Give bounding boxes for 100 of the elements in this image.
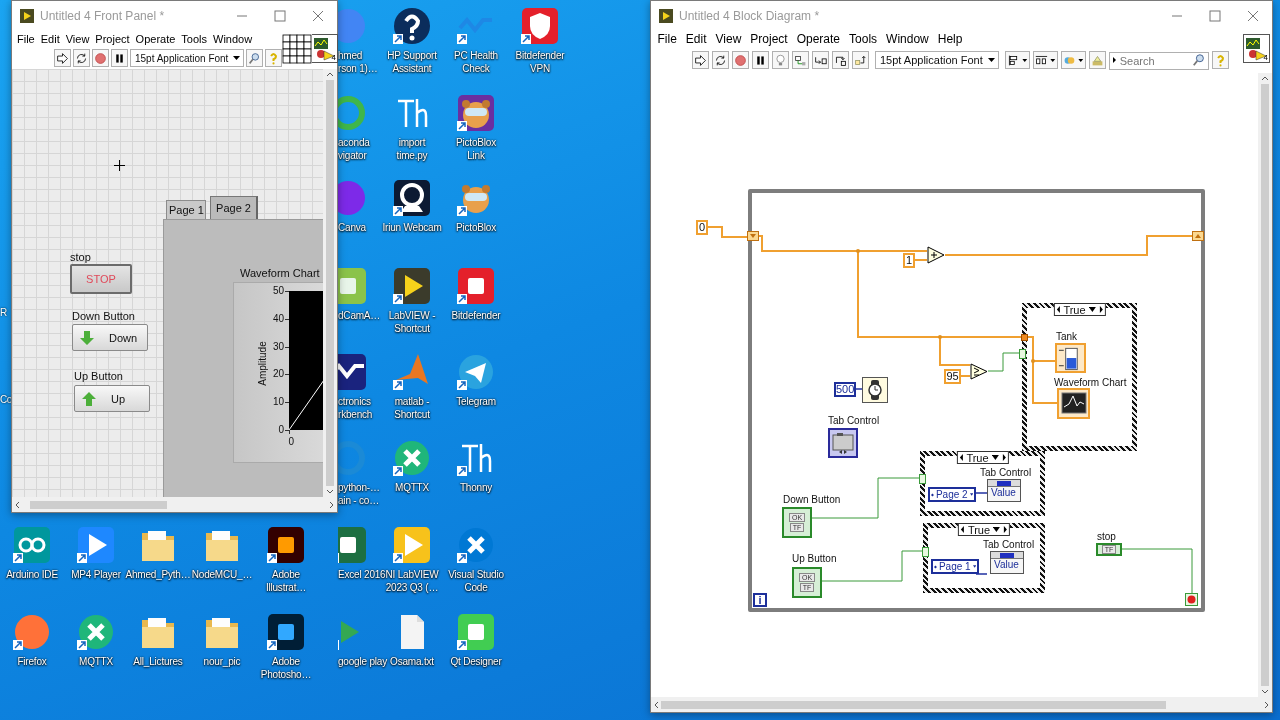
- close-icon[interactable]: [312, 10, 324, 22]
- menu-item[interactable]: Help: [933, 31, 967, 47]
- increment-icon[interactable]: [1001, 453, 1007, 462]
- scrollbar[interactable]: [323, 69, 337, 497]
- wait-function-icon: [862, 377, 888, 403]
- scroll-up-icon[interactable]: [1261, 75, 1269, 81]
- app-icon[interactable]: [338, 525, 368, 565]
- maximize-icon[interactable]: [274, 10, 286, 22]
- menu-item[interactable]: Edit: [681, 31, 712, 47]
- menu-item[interactable]: Tools: [178, 31, 211, 47]
- case-selector-terminal: [1019, 349, 1026, 359]
- wire-junction: [856, 249, 860, 253]
- app-icon[interactable]: [392, 266, 432, 306]
- app-icon[interactable]: [392, 6, 432, 46]
- search-icon[interactable]: [1191, 53, 1206, 67]
- scroll-left-icon[interactable]: [14, 500, 20, 509]
- icon-label: Iriun Webcam: [382, 221, 442, 234]
- increment-icon[interactable]: [1098, 305, 1104, 314]
- scroll-down-icon[interactable]: [326, 489, 334, 495]
- menu-item[interactable]: Window: [210, 31, 256, 47]
- scrollbar[interactable]: [12, 497, 337, 512]
- case-selector[interactable]: True: [957, 523, 1011, 536]
- step-out-button[interactable]: [852, 51, 869, 69]
- tab[interactable]: Page 1: [166, 200, 206, 219]
- caret-icon[interactable]: [993, 527, 1001, 532]
- decrement-icon[interactable]: [958, 453, 964, 462]
- scroll-thumb[interactable]: [326, 80, 334, 486]
- app-icon[interactable]: [266, 612, 306, 652]
- run-continuously-button[interactable]: [712, 51, 729, 69]
- run-continuously-button[interactable]: [73, 49, 90, 67]
- caret-icon[interactable]: [1088, 307, 1096, 312]
- menu-item[interactable]: File: [14, 31, 38, 47]
- menu-item[interactable]: Operate: [792, 31, 845, 47]
- connector-pane[interactable]: [282, 34, 312, 64]
- step-into-button[interactable]: [812, 51, 829, 69]
- scrollbar[interactable]: [651, 697, 1272, 712]
- scroll-thumb[interactable]: [1261, 84, 1269, 686]
- menu-item[interactable]: Operate: [132, 31, 179, 47]
- menu-item[interactable]: Edit: [37, 31, 63, 47]
- icon-label: Bitdefender: [451, 309, 501, 322]
- menu-item[interactable]: View: [711, 31, 746, 47]
- decrement-icon[interactable]: [1055, 305, 1061, 314]
- app-icon[interactable]: [338, 352, 368, 392]
- probe-icon: [794, 53, 807, 67]
- maximize-icon[interactable]: [1209, 10, 1221, 22]
- font-dropdown[interactable]: 15pt Application Font: [875, 51, 999, 69]
- app-icon[interactable]: [266, 525, 306, 565]
- run-button[interactable]: [692, 51, 709, 69]
- search-field[interactable]: Search: [1108, 52, 1209, 70]
- run-button[interactable]: [54, 49, 71, 67]
- case-selector[interactable]: True: [1053, 303, 1106, 316]
- cycle-arrows-icon: [75, 51, 88, 65]
- vi-icon[interactable]: 4: [1243, 34, 1270, 63]
- light-bulb-icon: [774, 53, 787, 67]
- decrement-icon[interactable]: [959, 525, 965, 534]
- menu-item[interactable]: View: [62, 31, 93, 47]
- menu-item[interactable]: Tools: [844, 31, 882, 47]
- align-button[interactable]: [1004, 51, 1030, 69]
- increment-icon[interactable]: [1003, 525, 1009, 534]
- menu-item[interactable]: Window: [881, 31, 934, 47]
- menu-item[interactable]: Project: [92, 31, 133, 47]
- caret-icon[interactable]: [991, 455, 999, 460]
- cleanup-button[interactable]: [1088, 51, 1106, 69]
- menu-item[interactable]: Project: [745, 31, 793, 47]
- up-button[interactable]: Up: [74, 385, 150, 412]
- scrollbar[interactable]: [1258, 73, 1272, 697]
- pause-button[interactable]: [752, 51, 769, 69]
- app-icon[interactable]: [456, 93, 496, 133]
- property-name: Value: [993, 559, 1020, 570]
- distribute-button[interactable]: [1032, 51, 1058, 69]
- icon-label: Ahmed_Pyth…: [125, 568, 191, 581]
- caret-icon[interactable]: [1111, 56, 1117, 64]
- font-dropdown[interactable]: 15pt Application Font: [130, 49, 245, 67]
- scroll-thumb[interactable]: [30, 500, 167, 509]
- help-button[interactable]: [265, 49, 283, 67]
- search-button[interactable]: [246, 49, 264, 67]
- control-label: stop: [70, 251, 91, 263]
- scroll-right-icon[interactable]: [329, 500, 335, 509]
- wire: [960, 375, 971, 377]
- menu-item[interactable]: File: [653, 31, 682, 47]
- tunnel: [1021, 334, 1028, 341]
- app-icon[interactable]: [392, 178, 432, 218]
- scroll-right-icon[interactable]: [1264, 700, 1270, 709]
- numeric-constant: 1: [903, 253, 915, 268]
- pause-button[interactable]: [111, 49, 128, 67]
- close-icon[interactable]: [1247, 10, 1259, 22]
- wire-junction: [938, 335, 942, 339]
- scroll-up-icon[interactable]: [326, 71, 334, 77]
- icon-label: Qt Designer: [450, 655, 502, 668]
- scroll-thumb[interactable]: [661, 700, 1166, 709]
- case-selector[interactable]: True: [956, 451, 1009, 464]
- scroll-down-icon[interactable]: [1261, 689, 1269, 695]
- step-over-button[interactable]: [832, 51, 849, 69]
- scroll-left-icon[interactable]: [653, 700, 659, 709]
- tab[interactable]: Page 2: [210, 196, 258, 219]
- vi-icon[interactable]: 4: [311, 34, 338, 63]
- down-button[interactable]: Down: [72, 324, 148, 351]
- numeric-constant: 95: [944, 369, 961, 384]
- retain-wire-values-button[interactable]: [792, 51, 809, 69]
- icon-label: MP4 Player: [71, 568, 121, 581]
